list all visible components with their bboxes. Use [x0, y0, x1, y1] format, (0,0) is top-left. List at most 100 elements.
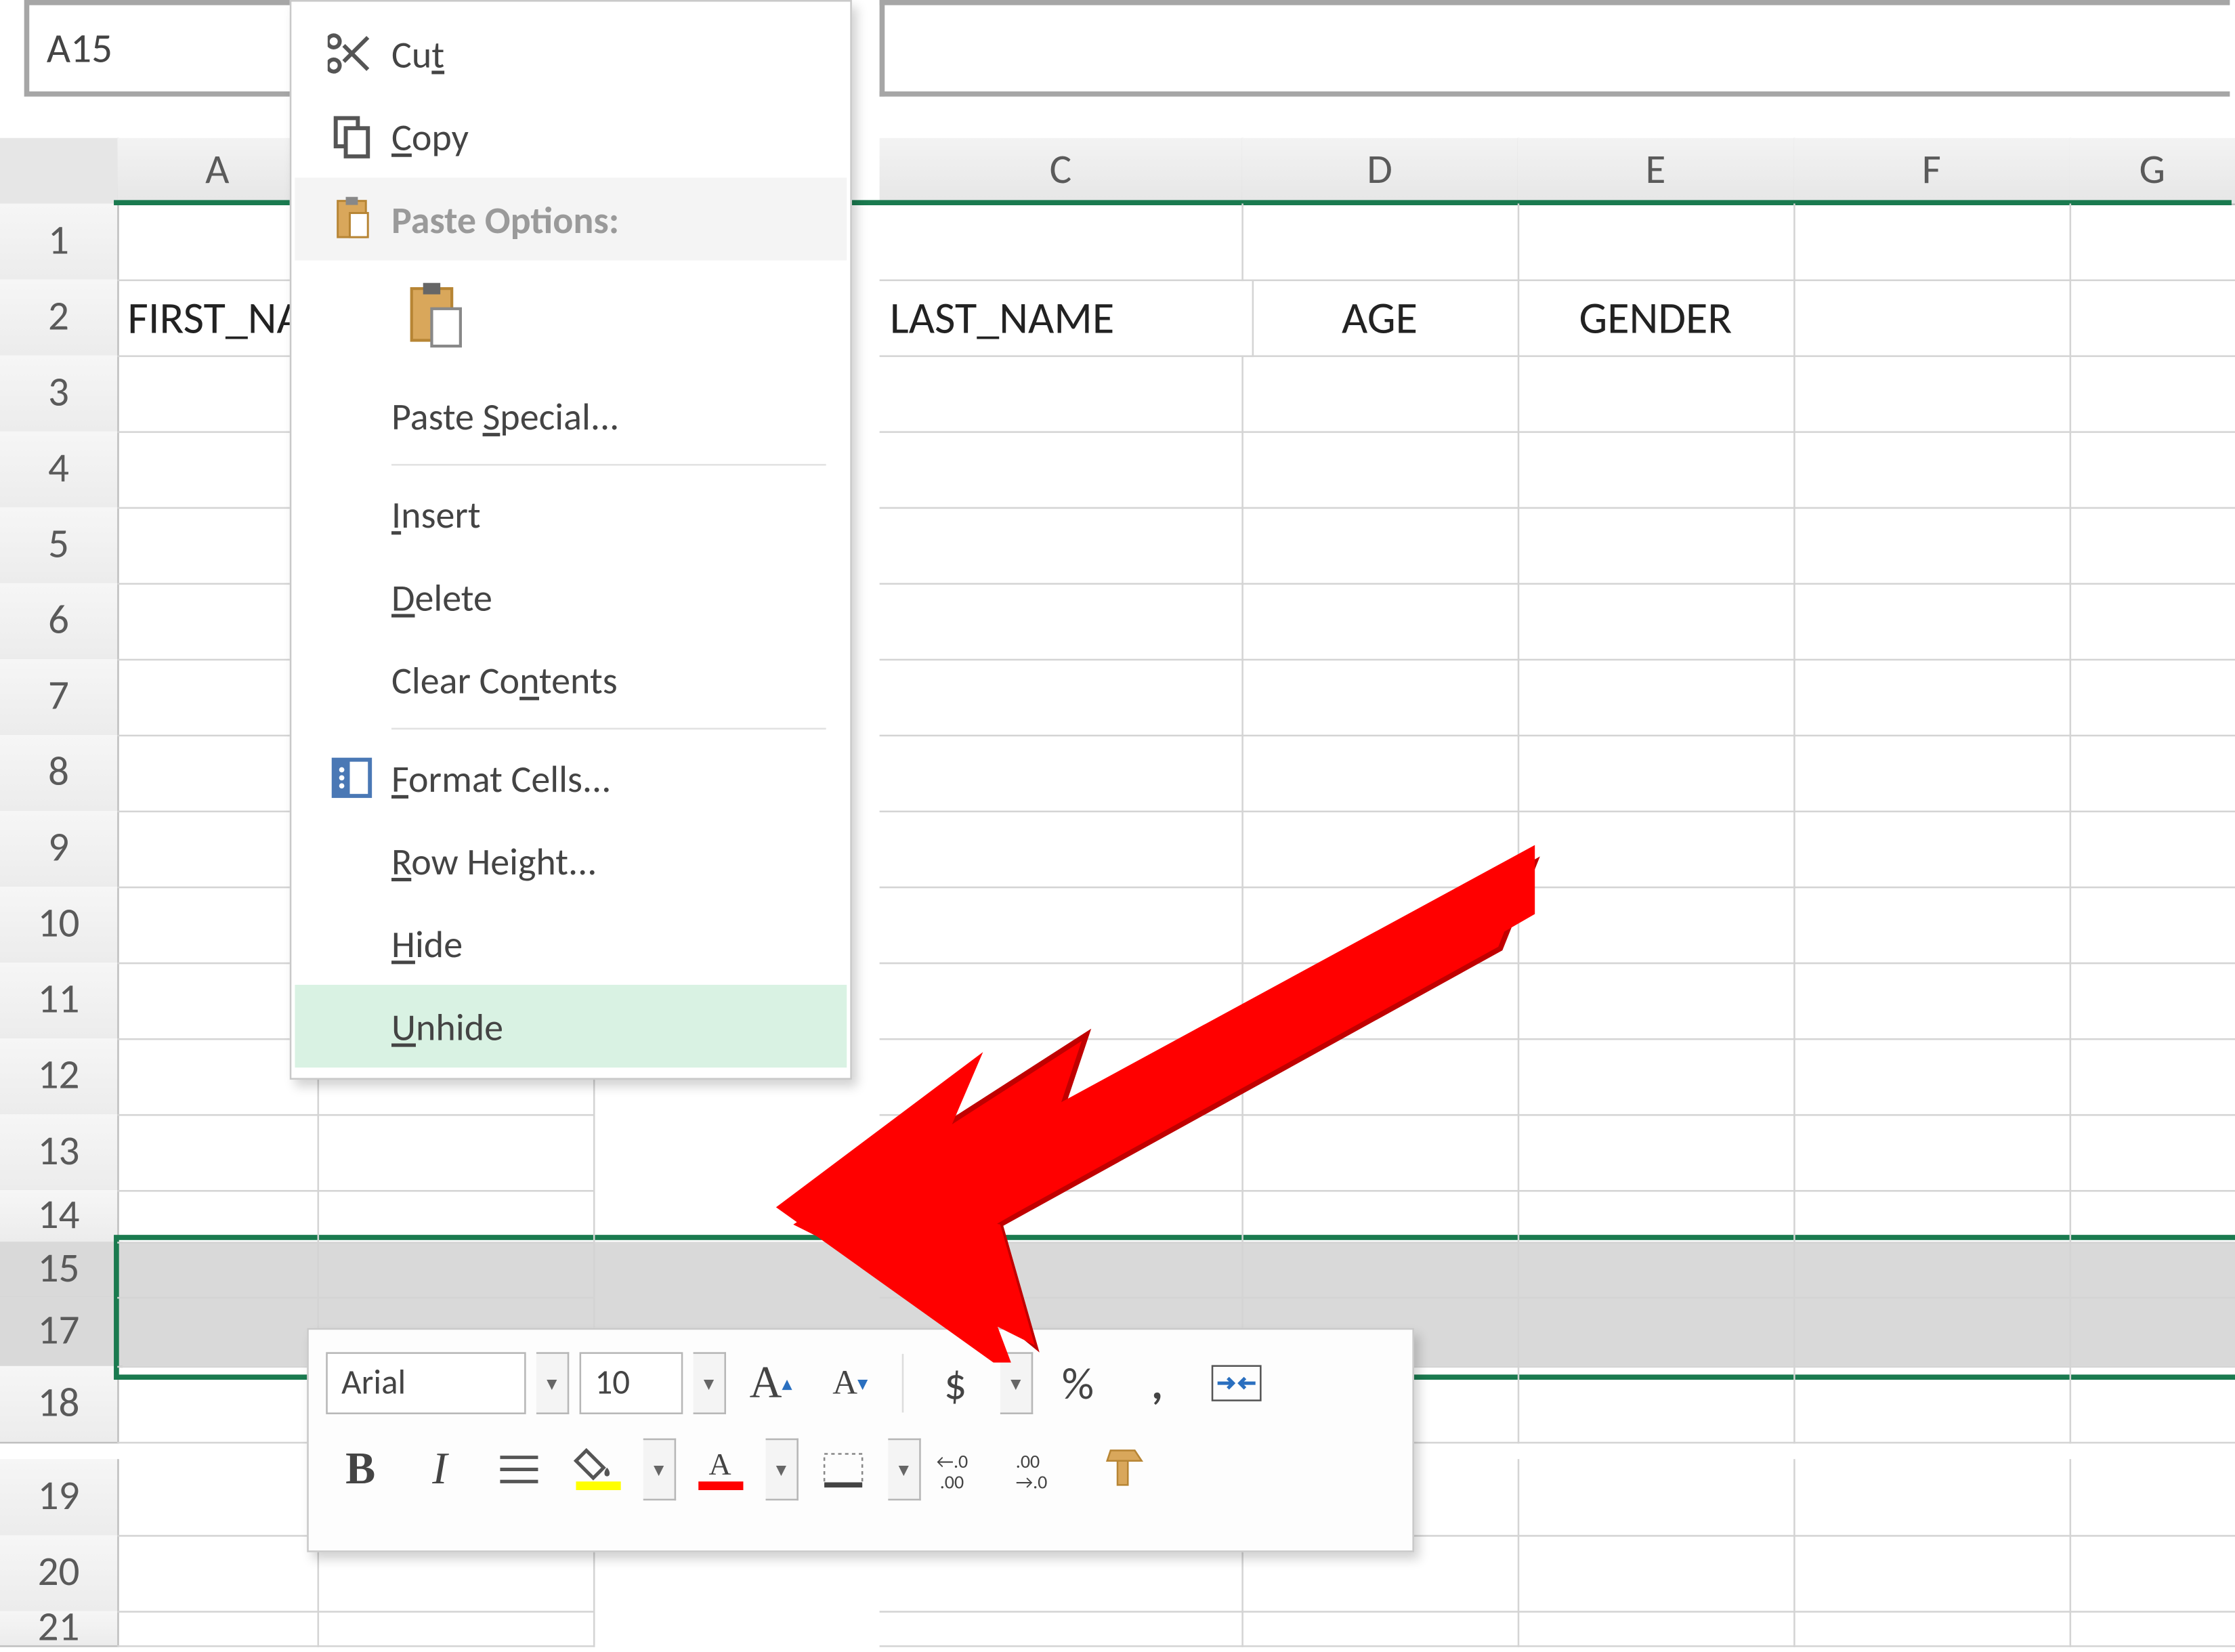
- cell-f8[interactable]: [1793, 735, 2071, 813]
- cell-g1[interactable]: [2070, 203, 2235, 281]
- menu-delete[interactable]: Delete: [295, 555, 847, 638]
- cell-a4[interactable]: [117, 431, 319, 509]
- column-header-g[interactable]: G: [2070, 138, 2235, 205]
- row-header-2[interactable]: 2: [0, 280, 119, 358]
- cell-a3[interactable]: [117, 356, 319, 433]
- cell-e15[interactable]: [1518, 1242, 1795, 1298]
- cell-e8[interactable]: [1518, 735, 1795, 813]
- cell-g2[interactable]: [2070, 280, 2235, 358]
- cell-c12[interactable]: [880, 1038, 1243, 1116]
- cell-f7[interactable]: [1793, 659, 2071, 737]
- cell-a20[interactable]: [117, 1535, 319, 1613]
- cell-c10[interactable]: [880, 887, 1243, 965]
- cell-e2[interactable]: GENDER: [1518, 280, 1795, 358]
- cell-f5[interactable]: [1793, 507, 2071, 585]
- cell-c15[interactable]: [880, 1242, 1243, 1298]
- borders-button[interactable]: [809, 1437, 878, 1502]
- cell-d1[interactable]: [1241, 203, 1519, 281]
- cell-g11[interactable]: [2070, 962, 2235, 1040]
- cell-e9[interactable]: [1518, 811, 1795, 889]
- cell-f2[interactable]: [1793, 280, 2071, 358]
- row-header-7[interactable]: 7: [0, 659, 119, 737]
- cell-e1[interactable]: [1518, 203, 1795, 281]
- cell-g5[interactable]: [2070, 507, 2235, 585]
- row-header-19[interactable]: 19: [0, 1459, 119, 1537]
- cell-f9[interactable]: [1793, 811, 2071, 889]
- cell-c7[interactable]: [880, 659, 1243, 737]
- cell-a21[interactable]: [117, 1611, 319, 1647]
- cell-f4[interactable]: [1793, 431, 2071, 509]
- menu-row-height[interactable]: Row Height...: [295, 819, 847, 902]
- cell-g9[interactable]: [2070, 811, 2235, 889]
- cell-d8[interactable]: [1241, 735, 1519, 813]
- column-header-a[interactable]: A: [117, 138, 319, 205]
- row-header-12[interactable]: 12: [0, 1038, 119, 1116]
- font-color-dropdown-icon[interactable]: ▾: [766, 1439, 799, 1501]
- cell-g3[interactable]: [2070, 356, 2235, 433]
- cell-e11[interactable]: [1518, 962, 1795, 1040]
- column-header-f[interactable]: F: [1793, 138, 2071, 205]
- format-painter-button[interactable]: [1090, 1437, 1159, 1502]
- cell-g7[interactable]: [2070, 659, 2235, 737]
- cell-f6[interactable]: [1793, 583, 2071, 661]
- row-header-21[interactable]: 21: [0, 1611, 119, 1647]
- font-size-dropdown-icon[interactable]: ▾: [694, 1352, 726, 1414]
- cell-a17[interactable]: [117, 1297, 319, 1368]
- cell-c13[interactable]: [880, 1114, 1243, 1192]
- cell-e14[interactable]: [1518, 1190, 1795, 1244]
- column-header-c[interactable]: C: [880, 138, 1243, 205]
- font-family-input[interactable]: Arial: [326, 1352, 526, 1414]
- cell-d15[interactable]: [1241, 1242, 1519, 1298]
- menu-cut[interactable]: Cut: [295, 12, 847, 95]
- cell-g8[interactable]: [2070, 735, 2235, 813]
- cell-f17[interactable]: [1793, 1297, 2071, 1368]
- cell-f19[interactable]: [1793, 1459, 2071, 1537]
- cell-f21[interactable]: [1793, 1611, 2071, 1647]
- row-header-3[interactable]: 3: [0, 356, 119, 433]
- menu-insert[interactable]: Insert: [295, 473, 847, 555]
- column-header-d[interactable]: D: [1241, 138, 1519, 205]
- row-header-10[interactable]: 10: [0, 887, 119, 965]
- cell-g15[interactable]: [2070, 1242, 2235, 1298]
- cell-g4[interactable]: [2070, 431, 2235, 509]
- cell-c21[interactable]: [880, 1611, 1243, 1647]
- row-header-5[interactable]: 5: [0, 507, 119, 585]
- cell-d3[interactable]: [1241, 356, 1519, 433]
- cell-c6[interactable]: [880, 583, 1243, 661]
- row-header-6[interactable]: 6: [0, 583, 119, 661]
- cell-a19[interactable]: [117, 1459, 319, 1537]
- cell-b14[interactable]: [318, 1190, 595, 1244]
- increase-decimal-button[interactable]: ←.0.00: [931, 1437, 1000, 1502]
- cell-g17[interactable]: [2070, 1297, 2235, 1368]
- cell-c3[interactable]: [880, 356, 1243, 433]
- cell-a13[interactable]: [117, 1114, 319, 1192]
- menu-unhide[interactable]: Unhide: [295, 985, 847, 1067]
- fill-color-dropdown-icon[interactable]: ▾: [643, 1439, 676, 1501]
- font-family-dropdown-icon[interactable]: ▾: [536, 1352, 569, 1414]
- cell-f14[interactable]: [1793, 1190, 2071, 1244]
- currency-dropdown-icon[interactable]: ▾: [1000, 1352, 1033, 1414]
- cell-a10[interactable]: [117, 887, 319, 965]
- cell-f11[interactable]: [1793, 962, 2071, 1040]
- cell-g14[interactable]: [2070, 1190, 2235, 1244]
- name-box[interactable]: A15: [24, 0, 314, 97]
- cell-e21[interactable]: [1518, 1611, 1795, 1647]
- cell-e12[interactable]: [1518, 1038, 1795, 1116]
- cell-a14[interactable]: [117, 1190, 319, 1244]
- cell-d10[interactable]: [1241, 887, 1519, 965]
- comma-button[interactable]: ,: [1123, 1351, 1192, 1416]
- cell-a1[interactable]: [117, 203, 319, 281]
- row-header-20[interactable]: 20: [0, 1535, 119, 1613]
- cell-c5[interactable]: [880, 507, 1243, 585]
- menu-copy[interactable]: Copy: [295, 95, 847, 177]
- cell-e4[interactable]: [1518, 431, 1795, 509]
- row-header-18[interactable]: 18: [0, 1366, 119, 1444]
- borders-dropdown-icon[interactable]: ▾: [888, 1439, 920, 1501]
- cell-d6[interactable]: [1241, 583, 1519, 661]
- cell-f18[interactable]: [1793, 1366, 2071, 1444]
- row-header-8[interactable]: 8: [0, 735, 119, 813]
- row-header-17[interactable]: 17: [0, 1297, 123, 1368]
- cell-a8[interactable]: [117, 735, 319, 813]
- decrease-decimal-button[interactable]: .00→.0: [1010, 1437, 1080, 1502]
- cell-a5[interactable]: [117, 507, 319, 585]
